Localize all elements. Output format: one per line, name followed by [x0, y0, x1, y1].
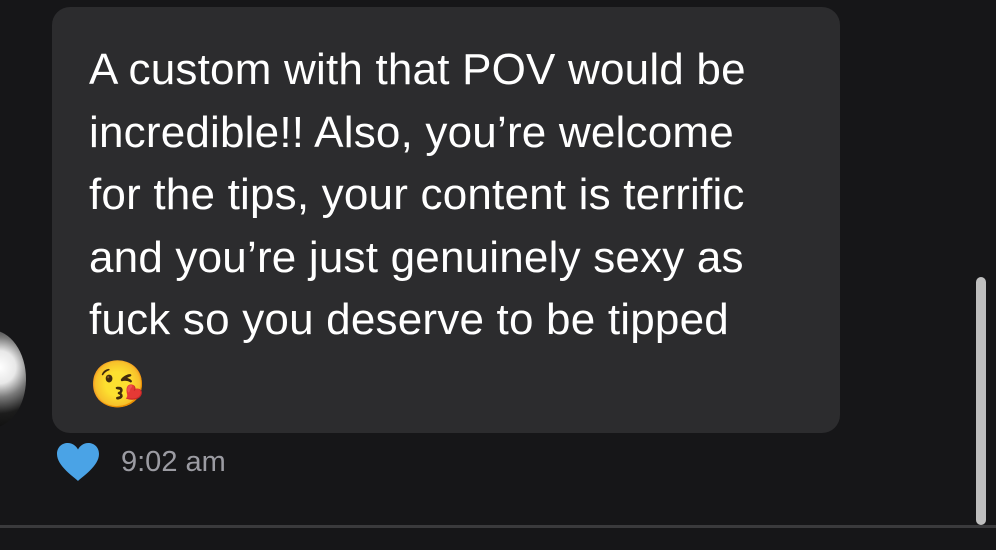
- message-timestamp: 9:02 am: [121, 446, 226, 478]
- scrollbar-thumb[interactable]: [976, 277, 986, 525]
- sender-avatar[interactable]: [0, 330, 26, 428]
- kiss-emoji: 😘: [89, 357, 147, 410]
- message-bubble[interactable]: A custom with that POV would be incredib…: [52, 7, 840, 433]
- message-text: A custom with that POV would be incredib…: [89, 45, 746, 344]
- heart-icon[interactable]: [55, 441, 101, 483]
- composer-bar: [0, 528, 996, 550]
- message-meta: 9:02 am: [55, 440, 226, 484]
